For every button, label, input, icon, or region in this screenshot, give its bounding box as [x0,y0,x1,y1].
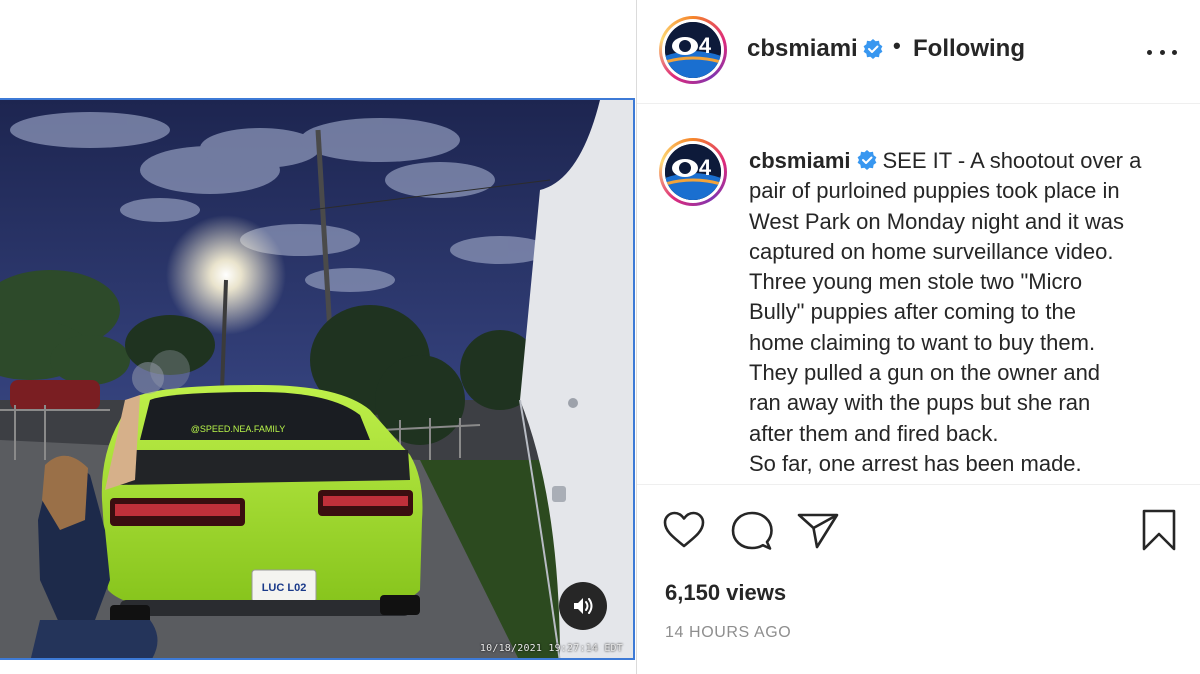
caption-line: after them and fired back. [749,420,999,446]
post-header: 4 cbsmiami • Following [637,0,1200,104]
caption-line: home claiming to want to buy them. [749,329,1096,355]
more-options-icon[interactable] [1147,42,1177,62]
caption-line: So far, one arrest has been made. [749,450,1082,476]
paper-plane-icon[interactable] [797,511,839,549]
comment-icon[interactable] [731,511,773,551]
post-caption: cbsmiami SEE IT - A shootout over a pair … [749,146,1189,479]
caption-line: captured on home surveillance video. [749,238,1114,264]
caption-line: pair of purloined puppies took place in [749,178,1120,204]
following-button[interactable]: Following [913,35,1025,63]
cbs4-logo-icon: 4 [664,144,722,200]
bookmark-icon[interactable] [1141,509,1177,551]
verified-badge-icon [863,39,883,59]
instagram-post-page: @SPEED.NEA.FAMILY LUC L02 10/18/2021 19:… [0,0,1200,674]
caption-line: West Park on Monday night and it was [749,208,1125,234]
caption-line: Bully" puppies after coming to the [749,299,1076,325]
username-link[interactable]: cbsmiami [747,35,858,63]
caption-line: ran away with the pups but she ran [749,390,1091,416]
post-actions: 6,150 views 14 HOURS AGO [637,484,1200,674]
caption-line: cbsmiami SEE IT - A shootout over a [749,148,1142,173]
post-video[interactable]: @SPEED.NEA.FAMILY LUC L02 10/18/2021 19:… [0,98,635,660]
speaker-icon [574,598,593,614]
separator-dot: • [893,33,901,58]
view-count[interactable]: 6,150 views [665,580,786,606]
verified-badge-icon [857,150,876,171]
surveillance-video-frame: @SPEED.NEA.FAMILY LUC L02 [0,100,633,658]
video-timestamp: 10/18/2021 19:27:14 EDT [479,643,623,654]
media-pane: @SPEED.NEA.FAMILY LUC L02 10/18/2021 19:… [0,0,636,674]
svg-text:4: 4 [699,33,712,58]
cbs4-logo-icon: 4 [664,22,722,78]
caption-area: 4 cbsmiami SEE IT - A shootout over a pai… [637,104,1200,484]
caption-line: They pulled a gun on the owner and [749,360,1101,386]
svg-text:4: 4 [699,155,712,180]
license-plate-text: LUC L02 [262,582,307,594]
heart-icon[interactable] [663,511,705,549]
sound-toggle-button[interactable] [559,582,607,630]
rear-window-text: @SPEED.NEA.FAMILY [191,424,286,434]
post-timestamp[interactable]: 14 HOURS AGO [665,624,791,642]
post-info-pane: 4 cbsmiami • Following 4 cbsmiami SEE IT… [636,0,1200,674]
caption-username-link[interactable]: cbsmiami [749,148,851,173]
caption-line: Three young men stole two "Micro [749,269,1083,295]
avatar[interactable]: 4 [659,16,727,84]
caption-avatar[interactable]: 4 [659,138,727,206]
